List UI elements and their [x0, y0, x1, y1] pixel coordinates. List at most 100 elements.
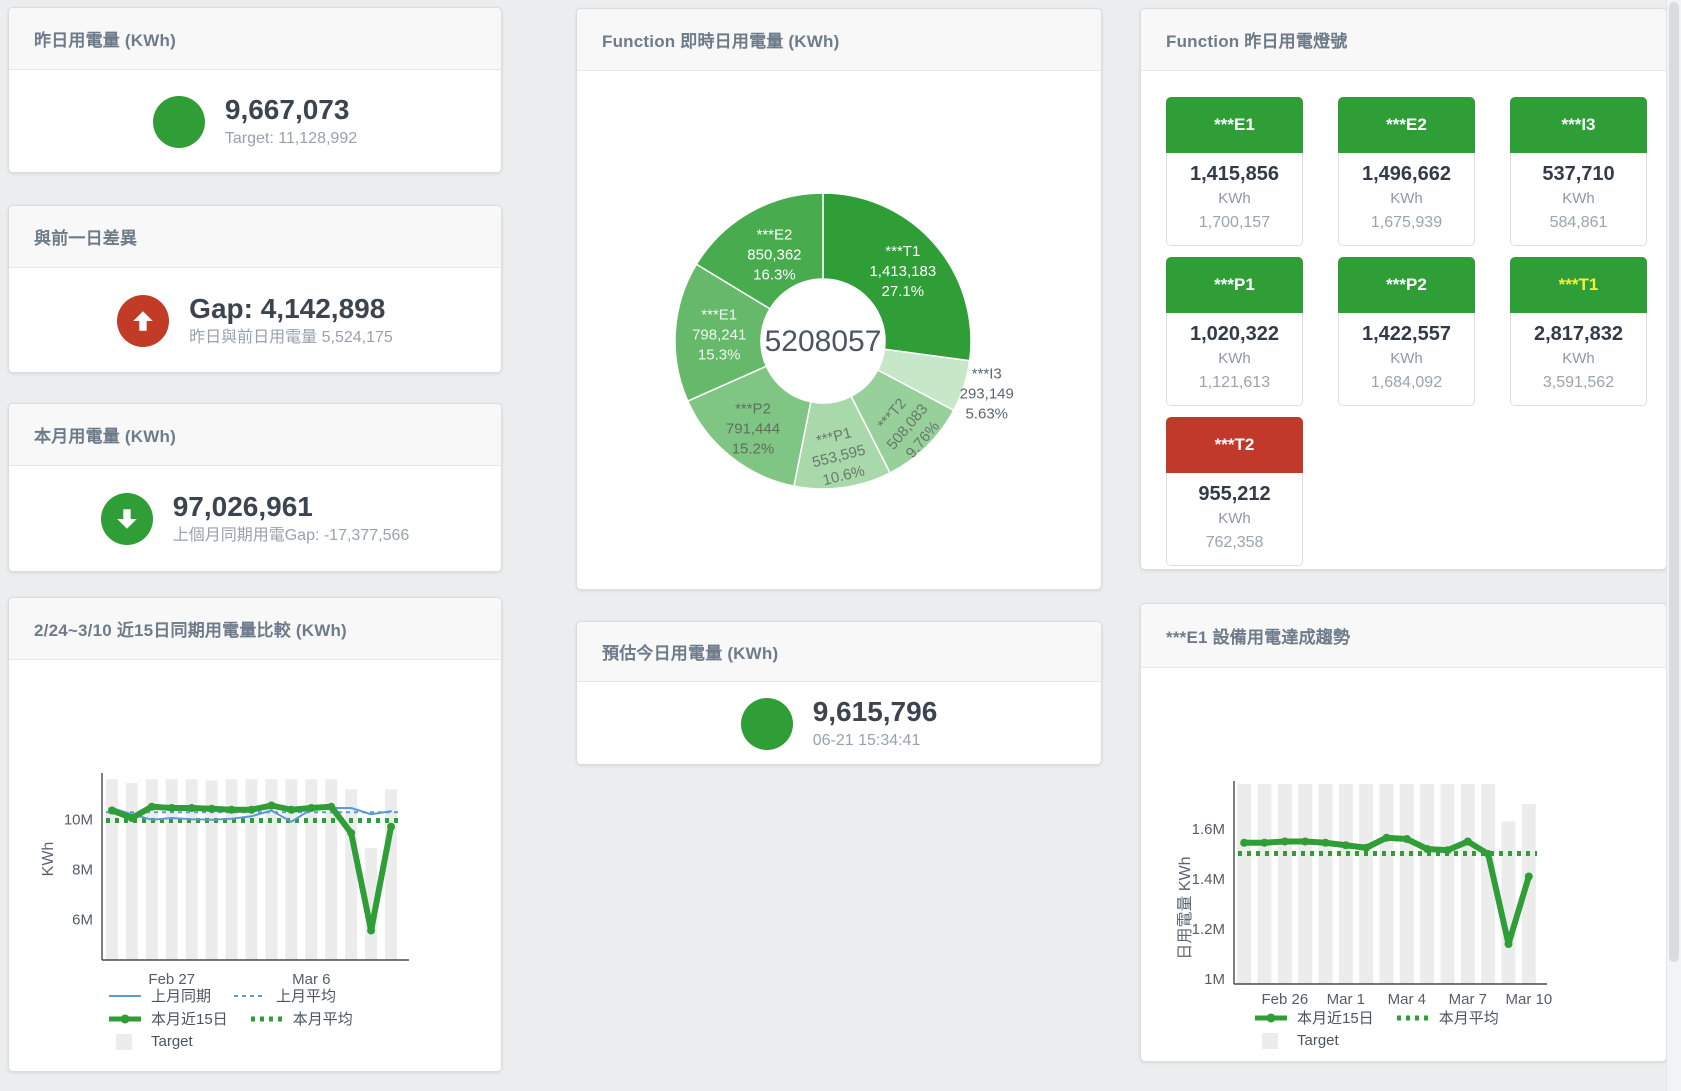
- light-tile-body: 537,710KWh584,861: [1510, 153, 1647, 246]
- light-tile: ***E11,415,856KWh1,700,157: [1166, 97, 1303, 246]
- card-header: 與前一日差異: [9, 206, 501, 268]
- series-marker: [208, 805, 216, 813]
- card-month-usage: 本月用電量 (KWh) 97,026,961 上個月同期用電Gap: -17,3…: [8, 403, 502, 572]
- svg-text:5.63%: 5.63%: [965, 406, 1008, 423]
- yesterday-usage-value: 9,667,073: [225, 94, 357, 126]
- series-marker: [287, 806, 295, 814]
- light-tile-unit: KWh: [1511, 187, 1646, 211]
- legend-label: 本月近15日: [151, 1008, 228, 1029]
- target-bar: [1461, 784, 1475, 984]
- legend-item-上月平均[interactable]: 上月平均: [233, 985, 336, 1006]
- stat-text: 9,667,073 Target: 11,128,992: [225, 94, 357, 150]
- light-tile-value: 2,817,832: [1511, 321, 1646, 347]
- series-marker: [1484, 850, 1492, 858]
- card-title: 預估今日用電量 (KWh): [602, 639, 778, 664]
- card-title: Function 昨日用電燈號: [1166, 27, 1347, 52]
- legend-label: Target: [151, 1033, 193, 1050]
- series-marker: [1423, 845, 1431, 853]
- yesterday-usage-target: Target: 11,128,992: [225, 128, 357, 150]
- y-tick-label: 8M: [72, 861, 93, 878]
- stat-body: 9,615,796 06-21 15:34:41: [577, 682, 1101, 765]
- light-tile: ***I3537,710KWh584,861: [1510, 97, 1647, 246]
- light-tile-secondary-value: 584,861: [1511, 211, 1646, 235]
- y-tick-label: 1.4M: [1192, 871, 1225, 888]
- target-bar: [1502, 822, 1516, 985]
- target-bar: [1400, 784, 1414, 984]
- light-tile-unit: KWh: [1167, 507, 1302, 531]
- target-bar: [1258, 784, 1272, 984]
- series-marker: [367, 927, 375, 935]
- vertical-scrollbar[interactable]: [1666, 0, 1681, 1091]
- dashboard: 昨日用電量 (KWh) 9,667,073 Target: 11,128,992…: [0, 0, 1681, 1091]
- e1-trend-chart: 1M1.2M1.4M1.6MFeb 26Mar 1Mar 4Mar 7Mar 1…: [1141, 604, 1668, 1063]
- svg-text:15.2%: 15.2%: [732, 440, 775, 457]
- series-marker: [128, 814, 136, 822]
- card-header: Function 昨日用電燈號: [1141, 9, 1666, 71]
- series-marker: [1464, 838, 1472, 846]
- series-marker: [1505, 940, 1513, 948]
- light-tile-body: 955,212KWh762,358: [1166, 473, 1303, 566]
- solid-legend-symbol: [108, 987, 142, 1005]
- light-tile: ***T12,817,832KWh3,591,562: [1510, 257, 1647, 406]
- svg-text:15.3%: 15.3%: [698, 346, 741, 363]
- svg-text:850,362: 850,362: [747, 247, 801, 264]
- legend-item-本月平均[interactable]: 本月平均: [250, 1008, 353, 1029]
- legend-item-上月同期[interactable]: 上月同期: [108, 985, 211, 1006]
- light-tile-value: 537,710: [1511, 161, 1646, 187]
- series-marker: [1261, 839, 1269, 847]
- series-marker: [267, 802, 275, 810]
- box-legend-symbol: [1254, 1032, 1288, 1050]
- legend-item-本月平均[interactable]: 本月平均: [1396, 1007, 1499, 1028]
- target-bar: [1420, 784, 1434, 984]
- series-marker: [1301, 838, 1309, 846]
- series-marker: [228, 806, 236, 814]
- light-tile-unit: KWh: [1339, 187, 1474, 211]
- y-tick-label: 6M: [72, 911, 93, 928]
- target-bar: [1359, 784, 1373, 984]
- svg-text:1,413,183: 1,413,183: [869, 263, 936, 280]
- scrollbar-thumb[interactable]: [1669, 2, 1679, 962]
- light-tile-unit: KWh: [1167, 187, 1302, 211]
- light-tile-value: 1,496,662: [1339, 161, 1474, 187]
- series-marker: [1525, 873, 1533, 881]
- target-bar: [106, 779, 118, 960]
- svg-text:27.1%: 27.1%: [882, 283, 925, 300]
- y-tick-label: 1M: [1204, 971, 1225, 988]
- light-tile-header: ***P2: [1338, 257, 1475, 313]
- series-marker: [307, 804, 315, 812]
- legend-item-Target[interactable]: Target: [108, 1033, 193, 1051]
- stat-text: Gap: 4,142,898 昨日與前日用電量 5,524,175: [189, 293, 393, 349]
- today-estimate-timestamp: 06-21 15:34:41: [813, 730, 938, 752]
- dotted-legend-symbol: [250, 1010, 284, 1028]
- legend-item-Target[interactable]: Target: [1254, 1032, 1339, 1050]
- target-bar: [1278, 784, 1292, 984]
- series-marker: [148, 803, 156, 811]
- series-marker: [1281, 838, 1289, 846]
- stat-text: 97,026,961 上個月同期用電Gap: -17,377,566: [173, 491, 410, 547]
- card-header: 預估今日用電量 (KWh): [577, 622, 1101, 682]
- light-tile-value: 1,415,856: [1167, 161, 1302, 187]
- series-marker: [327, 803, 335, 811]
- target-bar: [1380, 784, 1394, 984]
- svg-text:***E2: ***E2: [756, 227, 792, 244]
- y-tick-label: 10M: [64, 811, 93, 828]
- target-bar: [1319, 784, 1333, 984]
- light-tile-value: 1,422,557: [1339, 321, 1474, 347]
- stat-text: 9,615,796 06-21 15:34:41: [813, 696, 938, 752]
- target-bar: [1237, 784, 1251, 984]
- svg-text:***E1: ***E1: [701, 306, 737, 323]
- legend-item-本月近15日[interactable]: 本月近15日: [1254, 1007, 1374, 1028]
- series-marker: [1444, 846, 1452, 854]
- prev-day-gap-value: Gap: 4,142,898: [189, 293, 393, 325]
- legend-item-本月近15日[interactable]: 本月近15日: [108, 1008, 228, 1029]
- light-tile-header: ***T1: [1510, 257, 1647, 313]
- month-usage-subtext: 上個月同期用電Gap: -17,377,566: [173, 525, 410, 547]
- stat-body: 97,026,961 上個月同期用電Gap: -17,377,566: [9, 466, 501, 572]
- light-tile-header: ***P1: [1166, 257, 1303, 313]
- legend-label: 本月近15日: [1297, 1007, 1374, 1028]
- target-bar: [385, 789, 397, 960]
- card-today-estimate: 預估今日用電量 (KWh) 9,615,796 06-21 15:34:41: [576, 621, 1102, 765]
- series-marker: [1403, 835, 1411, 843]
- legend-label: 本月平均: [293, 1008, 353, 1029]
- box-legend-symbol: [108, 1033, 142, 1051]
